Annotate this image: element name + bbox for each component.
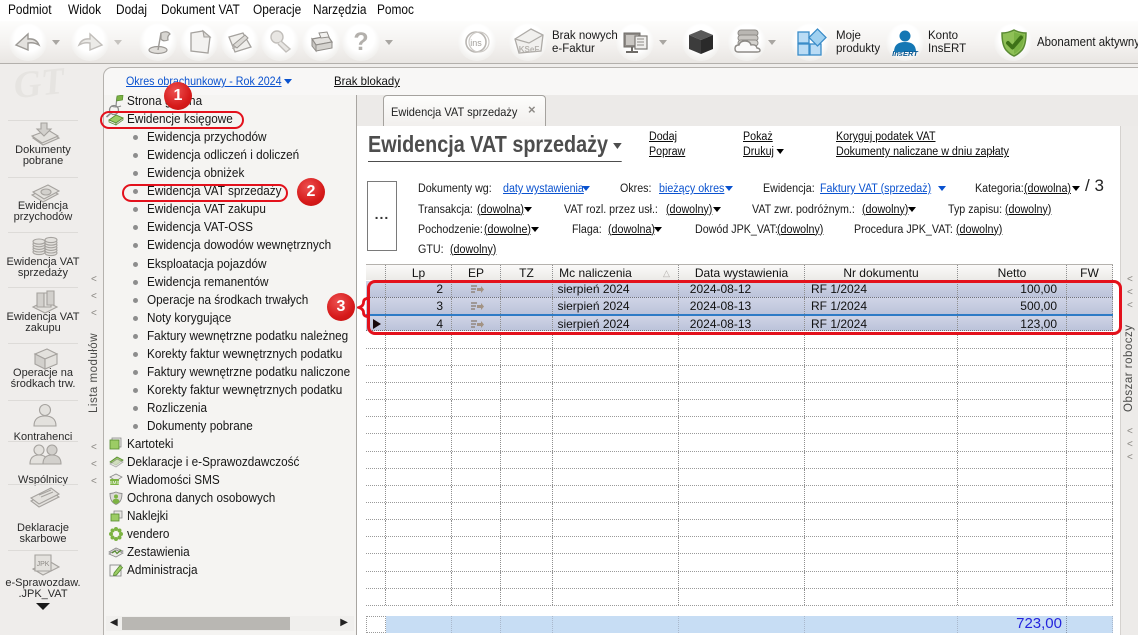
svg-text:SMS: SMS <box>110 480 120 485</box>
svg-text:InsERT: InsERT <box>892 49 919 58</box>
svg-text:ins: ins <box>470 38 482 48</box>
svg-text:JPK: JPK <box>37 561 50 568</box>
svg-text:KSeF: KSeF <box>519 45 540 54</box>
